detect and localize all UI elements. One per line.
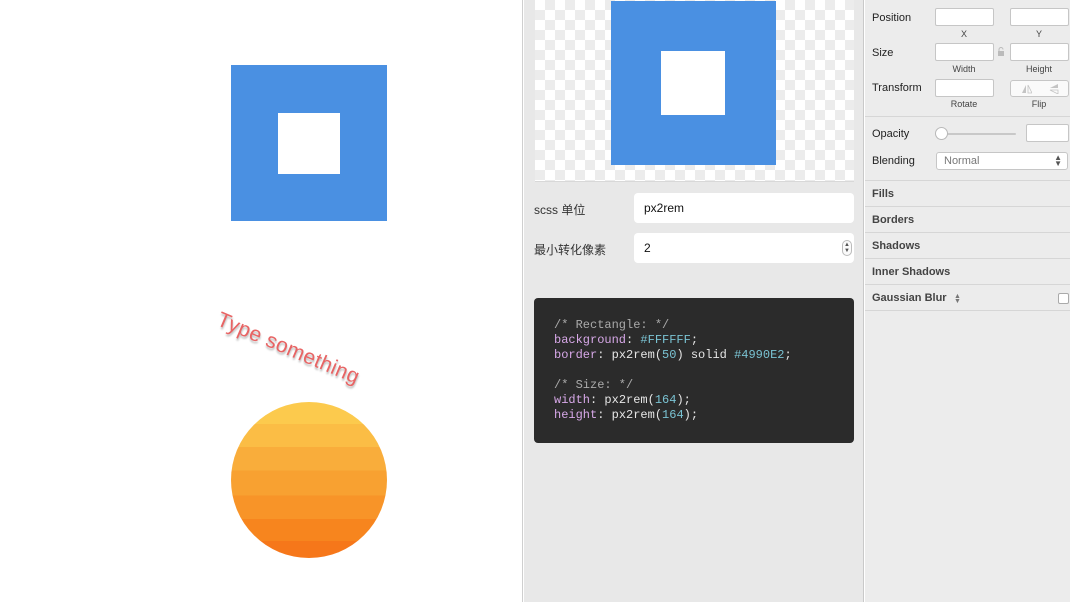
inner-shadows-label: Inner Shadows xyxy=(872,266,951,278)
preview-rectangle xyxy=(611,1,776,165)
code-property: height xyxy=(554,408,598,422)
fills-label: Fills xyxy=(872,188,895,200)
height-caption: Height xyxy=(1025,64,1052,74)
flip-caption: Flip xyxy=(1031,99,1047,109)
shadows-label: Shadows xyxy=(872,240,921,252)
code-number: 164 xyxy=(662,408,684,422)
opacity-label: Opacity xyxy=(872,128,910,140)
borders-label: Borders xyxy=(872,214,915,226)
inner-shadows-section[interactable]: Inner Shadows xyxy=(865,259,1070,285)
code-line: height: px2rem(164); xyxy=(554,408,699,422)
scss-unit-label: scss 单位 xyxy=(534,203,586,217)
code-line: /* Rectangle: */ xyxy=(554,318,834,333)
rotate-input[interactable] xyxy=(935,79,994,97)
canvas-rectangle-layer[interactable] xyxy=(231,65,387,221)
code-property: width xyxy=(554,393,591,407)
position-label: Position xyxy=(872,12,912,24)
blending-value: Normal xyxy=(944,155,980,167)
code-line: width: px2rem(164); xyxy=(554,393,691,407)
code-color-value: #4990E2 xyxy=(734,348,785,362)
min-px-input[interactable]: 2 ▲ ▼ xyxy=(634,233,854,263)
code-number: 164 xyxy=(654,393,677,407)
code-output[interactable]: /* Rectangle: */background: #FFFFFF; bord… xyxy=(534,298,854,443)
shadows-section[interactable]: Shadows xyxy=(865,233,1070,259)
code-color-value: #FFFFFF xyxy=(640,333,691,347)
layer-preview xyxy=(535,0,854,182)
code-number: 50 xyxy=(662,348,677,362)
design-canvas[interactable]: Type something xyxy=(0,0,523,602)
code-function: px2rem( xyxy=(604,393,655,407)
canvas-rectangle-inner xyxy=(278,113,340,174)
rotate-caption: Rotate xyxy=(950,99,978,109)
width-caption: Width xyxy=(952,64,976,74)
blending-label: Blending xyxy=(872,155,915,167)
flip-horizontal-icon[interactable] xyxy=(1022,84,1032,94)
code-comment: /* Rectangle: */ xyxy=(554,318,670,332)
gaussian-blur-label: Gaussian Blur xyxy=(872,292,947,304)
opacity-slider-track[interactable] xyxy=(940,133,1016,135)
min-px-label: 最小转化像素 xyxy=(534,243,607,257)
select-arrows-icon: ▲ ▼ xyxy=(1054,153,1062,168)
code-text: ) solid xyxy=(676,348,735,362)
opacity-slider-handle[interactable] xyxy=(935,127,948,140)
size-label: Size xyxy=(872,47,894,59)
blending-select[interactable]: Normal ▲ ▼ xyxy=(936,152,1068,170)
opacity-input[interactable] xyxy=(1026,124,1069,142)
code-text: ); xyxy=(676,393,691,407)
divider xyxy=(865,116,1070,117)
scss-unit-row: scss 单位 px2rem xyxy=(534,193,854,223)
x-caption: X xyxy=(960,29,967,39)
lock-icon[interactable] xyxy=(997,47,1005,56)
code-property: border xyxy=(554,348,598,362)
inspector-panel: Position X Y Size Width Height Transform… xyxy=(865,0,1070,602)
code-comment: /* Size: */ xyxy=(554,378,634,392)
y-caption: Y xyxy=(1035,29,1042,39)
flip-vertical-icon[interactable] xyxy=(1049,84,1059,94)
transform-label: Transform xyxy=(872,82,922,94)
position-x-input[interactable] xyxy=(935,8,994,26)
code-property: background xyxy=(554,333,627,347)
fills-section[interactable]: Fills xyxy=(865,181,1070,207)
blur-type-arrows-icon[interactable]: ▲ ▼ xyxy=(954,293,961,305)
code-line: background: #FFFFFF; xyxy=(554,333,699,347)
min-px-row: 最小转化像素 2 ▲ ▼ xyxy=(534,233,854,263)
gaussian-blur-section[interactable]: Gaussian Blur ▲ ▼ xyxy=(865,285,1070,311)
code-function: px2rem( xyxy=(611,348,663,362)
canvas-oval-layer[interactable] xyxy=(231,402,387,558)
gaussian-blur-checkbox[interactable] xyxy=(1058,293,1069,304)
min-px-value: 2 xyxy=(644,241,651,255)
borders-section[interactable]: Borders xyxy=(865,207,1070,233)
height-input[interactable] xyxy=(1010,43,1069,61)
code-export-panel: scss 单位 px2rem 最小转化像素 2 ▲ ▼ /* Rectangle:… xyxy=(524,0,864,602)
width-input[interactable] xyxy=(935,43,994,61)
stepper-icon[interactable]: ▲ ▼ xyxy=(842,240,852,256)
flip-control xyxy=(1010,80,1069,97)
position-y-input[interactable] xyxy=(1010,8,1069,26)
preview-rectangle-inner xyxy=(661,51,725,115)
code-line: border: px2rem(50) solid #4990E2; xyxy=(554,348,792,362)
code-text: ); xyxy=(683,408,699,422)
scss-unit-input[interactable]: px2rem xyxy=(634,193,854,223)
code-line: /* Size: */ xyxy=(554,378,834,393)
code-function: px2rem( xyxy=(611,408,663,422)
canvas-text-layer[interactable]: Type something xyxy=(213,308,363,390)
